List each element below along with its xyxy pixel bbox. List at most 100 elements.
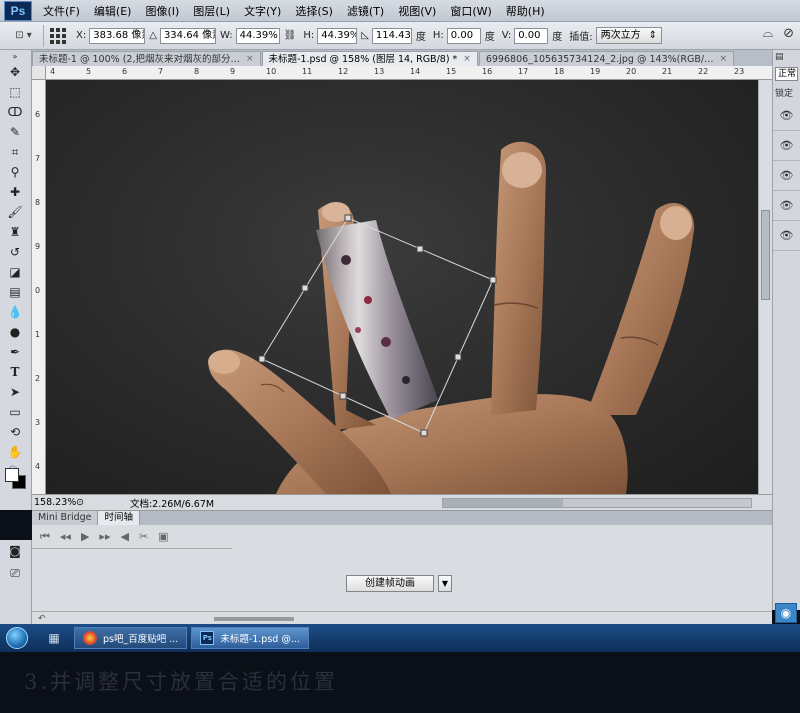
transition-icon[interactable]: ▣	[158, 530, 168, 543]
menu-help[interactable]: 帮助(H)	[499, 3, 552, 19]
quick-mask-icon[interactable]: ◙	[0, 540, 30, 562]
dodge-tool-icon[interactable]: ●	[0, 322, 30, 342]
audio-icon[interactable]: ◀	[120, 530, 128, 543]
tab-mini-bridge[interactable]: Mini Bridge	[32, 511, 99, 525]
interpolation-select[interactable]: 两次立方 ⇕	[595, 27, 662, 44]
chevron-down-icon[interactable]: ▼	[438, 575, 452, 592]
marquee-tool-icon[interactable]: ⬚	[0, 82, 30, 102]
menu-image[interactable]: 图像(I)	[138, 3, 186, 19]
vertical-scrollbar[interactable]	[758, 80, 772, 494]
screen-capture-icon[interactable]: ◉	[775, 603, 797, 623]
ruler-tick-label: 10	[266, 67, 277, 76]
caption-band: 3.并调整尺寸放置合适的位置	[0, 652, 800, 713]
screen-mode-icon[interactable]: ⎚	[0, 562, 30, 584]
zoom-level[interactable]: 158.23%	[32, 497, 76, 508]
brush-tool-icon[interactable]: 🖌	[0, 202, 30, 222]
menu-select[interactable]: 选择(S)	[288, 3, 340, 19]
scissors-icon[interactable]: ✂	[139, 530, 148, 543]
windows-logo-icon	[6, 627, 28, 649]
x-position-field[interactable]: 383.68 像素	[89, 27, 146, 44]
history-brush-tool-icon[interactable]: ↺	[0, 242, 30, 262]
ruler-tick-label: 3	[35, 418, 41, 427]
show-desktop-icon[interactable]: ▦	[34, 631, 74, 645]
menu-window[interactable]: 窗口(W)	[443, 3, 498, 19]
menu-edit[interactable]: 编辑(E)	[87, 3, 139, 19]
layer-visibility-eye-icon[interactable]: 👁	[773, 221, 800, 251]
horizontal-ruler[interactable]: 4 5 6 7 8 9 10 11 12 13 14 15 16 17 18 19 20 21 22 23	[46, 66, 772, 80]
angle-field[interactable]: 114.43	[371, 27, 412, 44]
ruler-tick-label: 9	[35, 242, 41, 251]
menu-file[interactable]: 文件(F)	[36, 3, 87, 19]
pen-tool-icon[interactable]: ✒	[0, 342, 30, 362]
foreground-color-swatch[interactable]	[5, 468, 19, 482]
close-icon[interactable]: ×	[463, 52, 471, 66]
quick-select-tool-icon[interactable]: ✎	[0, 122, 30, 142]
tool-preset-picker[interactable]: ⊡ ▾	[4, 24, 44, 47]
timeline-zoom-slider[interactable]	[213, 616, 294, 621]
timeline-panel: Mini Bridge 时间轴 ⏮ ◂◂ ▶ ▸▸ ◀ ✂ ▣ 创建帧动画 ▼ …	[32, 510, 772, 624]
crop-tool-icon[interactable]: ⌗	[0, 142, 30, 162]
next-frame-icon[interactable]: ▸▸	[99, 530, 110, 543]
layer-visibility-eye-icon[interactable]: 👁	[773, 131, 800, 161]
warp-icon[interactable]: ⌓	[763, 26, 773, 41]
tab-doc-3[interactable]: 6996806_105635734124_2.jpg @ 143%(RGB/… …	[478, 51, 735, 66]
blur-tool-icon[interactable]: 💧	[0, 302, 30, 322]
type-tool-icon[interactable]: T	[0, 362, 30, 382]
photoshop-logo: Ps	[4, 0, 32, 21]
horizontal-scrollbar[interactable]	[442, 498, 752, 508]
gradient-tool-icon[interactable]: ▤	[0, 282, 30, 302]
path-select-tool-icon[interactable]: ➤	[0, 382, 30, 402]
tab-timeline[interactable]: 时间轴	[98, 511, 140, 525]
eyedropper-tool-icon[interactable]: ⚲	[0, 162, 30, 182]
w-label: W:	[219, 30, 233, 41]
status-export-icon[interactable]: ⊙	[76, 497, 84, 508]
height-field[interactable]: 44.39%	[317, 27, 358, 44]
vskew-field[interactable]: 0.00	[514, 27, 549, 44]
menu-type[interactable]: 文字(Y)	[237, 3, 288, 19]
clone-stamp-tool-icon[interactable]: ♜	[0, 222, 30, 242]
prev-frame-icon[interactable]: ◂◂	[60, 530, 71, 543]
first-frame-icon[interactable]: ⏮	[40, 530, 50, 544]
3d-rotate-tool-icon[interactable]: ⟲	[0, 422, 30, 442]
menu-layer[interactable]: 图层(L)	[186, 3, 237, 19]
layer-visibility-eye-icon[interactable]: 👁	[773, 191, 800, 221]
layer-visibility-eye-icon[interactable]: 👁	[773, 101, 800, 131]
eraser-tool-icon[interactable]: ◪	[0, 262, 30, 282]
hskew-field[interactable]: 0.00	[446, 27, 481, 44]
create-frame-animation-button[interactable]: 创建帧动画	[346, 575, 434, 592]
timeline-back-icon[interactable]: ↶	[38, 614, 46, 624]
taskbar-item-photoshop[interactable]: Ps 未标题-1.psd @...	[191, 627, 309, 649]
tab-doc-2[interactable]: 未标题-1.psd @ 158% (图层 14, RGB/8) * ×	[261, 51, 478, 66]
y-position-field[interactable]: 334.64 像素	[159, 27, 216, 44]
width-field[interactable]: 44.39%	[235, 27, 280, 44]
layers-tab-icon[interactable]: ▤	[773, 50, 800, 64]
layer-visibility-eye-icon[interactable]: 👁	[773, 161, 800, 191]
hand-tool-icon[interactable]: ✋	[0, 442, 30, 462]
shape-tool-icon[interactable]: ▭	[0, 402, 30, 422]
reference-point-icon[interactable]	[50, 27, 66, 44]
document-canvas[interactable]	[46, 80, 758, 494]
play-icon[interactable]: ▶	[81, 530, 89, 543]
tools-collapse-icon[interactable]: »	[0, 50, 30, 62]
ruler-origin[interactable]	[32, 66, 46, 80]
interpolation-label: 插值:	[569, 32, 593, 43]
x-label: X:	[76, 30, 87, 41]
start-button[interactable]	[0, 624, 34, 652]
ruler-tick-label: 13	[374, 67, 385, 76]
document-size[interactable]: 文档:2.26M/6.67M	[130, 496, 214, 510]
close-icon[interactable]: ×	[246, 52, 254, 66]
menu-view[interactable]: 视图(V)	[391, 3, 443, 19]
cancel-transform-icon[interactable]: ⊘	[783, 26, 794, 41]
lasso-tool-icon[interactable]: ↀ	[0, 102, 30, 122]
vertical-ruler[interactable]: 6 7 8 9 0 1 2 3 4	[32, 80, 46, 494]
document-tabs: 未标题-1 @ 100% (2,把烟灰来对烟灰的部分… × 未标题-1.psd …	[32, 50, 772, 66]
menu-filter[interactable]: 滤镜(T)	[340, 3, 391, 19]
close-icon[interactable]: ×	[720, 52, 728, 66]
tab-doc-1[interactable]: 未标题-1 @ 100% (2,把烟灰来对烟灰的部分… ×	[32, 51, 261, 66]
taskbar-item-browser[interactable]: ps吧_百度贴吧 ...	[74, 627, 188, 649]
vskew-label: V:	[501, 30, 512, 41]
blend-mode-select[interactable]: 正常	[775, 67, 798, 81]
link-icon[interactable]: ⛓	[284, 30, 297, 41]
healing-tool-icon[interactable]: ✚	[0, 182, 30, 202]
move-tool-icon[interactable]: ✥	[0, 62, 30, 82]
